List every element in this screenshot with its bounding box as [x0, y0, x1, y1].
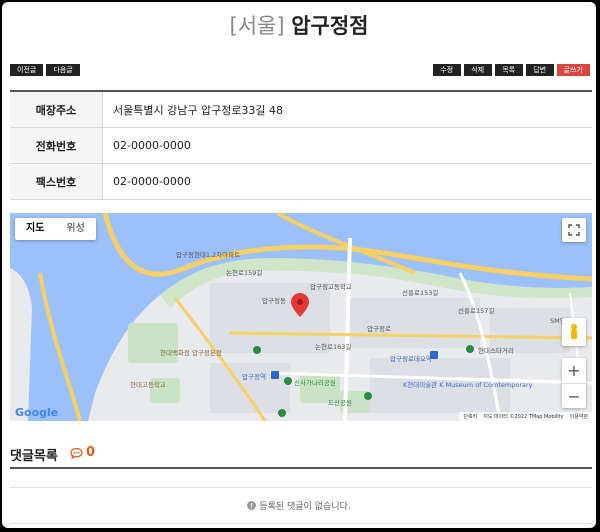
info-row-address: 매장주소 서울특별시 강남구 압구정로33길 48 [10, 91, 592, 128]
page-frame: [서울] 압구정점 이전글 다음글 수정 삭제 목록 답변 글쓰기 매장주소 서… [2, 2, 596, 528]
map-label-apt1: 압구정현대1,2차아파트 [176, 251, 241, 259]
comments-divider-2 [10, 487, 592, 488]
map-attribution: 단축키 지도 데이터 ©2022 TMap Mobility 이용약관 [459, 412, 592, 421]
map-type-tabs: 지도 위성 [15, 218, 96, 240]
map-canvas[interactable] [10, 213, 592, 421]
nav-buttons: 이전글 다음글 [10, 64, 80, 76]
address-value: 서울특별시 강남구 압구정로33길 48 [102, 91, 592, 128]
map-label-road5: 논현로163길 [315, 343, 352, 351]
map-label-road2: 선릉로153길 [402, 289, 439, 297]
comments-count-value: 0 [86, 445, 96, 460]
map-label-apgujeong-stn: 압구정역 [242, 373, 266, 381]
map-label-apgujeong-road: 압구정로 [367, 325, 391, 333]
map-label-road1: 논현로159길 [226, 269, 263, 277]
map-label-school2: 현대고등학교 [130, 381, 166, 389]
prev-post-button[interactable]: 이전글 [10, 64, 44, 76]
map-label-sinsa-street: 신사가나리공원 [294, 379, 336, 387]
region-label: [서울] [229, 14, 285, 38]
map-label-dept: 현대백화점 압구정본점 [160, 349, 222, 357]
comments-count: 0 [70, 445, 95, 460]
street-view-pegman[interactable] [562, 318, 586, 346]
map-tab-map[interactable]: 지도 [15, 218, 55, 240]
address-label: 매장주소 [10, 91, 103, 128]
pegman-icon [571, 324, 577, 339]
no-comments-text: 등록된 댓글이 없습니다. [259, 502, 351, 512]
info-row-phone: 전화번호 02-0000-0000 [10, 127, 592, 164]
next-post-button[interactable]: 다음글 [46, 64, 80, 76]
map-label-museum: K현대미술관 K Museum of Comtemporary [403, 381, 533, 389]
comments-title: 댓글목록 [10, 449, 58, 464]
map-label-school1: 압구정고등학교 [310, 283, 352, 291]
attrib-data: 지도 데이터 ©2022 TMap Mobility [483, 414, 564, 420]
comments-bottom-divider [10, 523, 592, 524]
zoom-controls: + − [562, 358, 586, 408]
fax-label: 팩스번호 [10, 163, 103, 200]
store-info-table: 매장주소 서울특별시 강남구 압구정로33길 48 전화번호 02-0000-0… [10, 90, 592, 200]
speech-bubble-icon [70, 447, 83, 459]
store-map[interactable]: 압구정현대1,2차아파트 논현로159길 압구정고등학교 압구정동 선릉로153… [10, 213, 592, 421]
phone-value: 02-0000-0000 [102, 127, 592, 164]
list-button[interactable]: 목록 [494, 64, 523, 76]
attrib-terms-link[interactable]: 이용약관 [570, 413, 588, 420]
delete-button[interactable]: 삭제 [463, 64, 492, 76]
map-tab-satellite[interactable]: 위성 [55, 218, 95, 240]
fax-value: 02-0000-0000 [102, 163, 592, 200]
map-label-road3: 선릉로157길 [458, 307, 495, 315]
info-row-fax: 팩스번호 02-0000-0000 [10, 163, 592, 200]
map-label-rodeo: 압구정로데오역 [390, 355, 432, 363]
map-label-station: 압구정동 [262, 297, 286, 305]
fullscreen-button[interactable] [562, 218, 586, 242]
map-label-hyundai-street: 현대스타거리 [478, 347, 514, 355]
reply-button[interactable]: 답변 [525, 64, 554, 76]
zoom-in-button[interactable]: + [562, 358, 586, 384]
zoom-out-button[interactable]: − [562, 384, 586, 409]
fullscreen-icon [568, 224, 580, 236]
edit-button[interactable]: 수정 [432, 64, 461, 76]
google-logo: Google [15, 406, 59, 419]
comments-divider [10, 467, 592, 469]
map-label-dosan: 도산공원 [328, 399, 352, 407]
no-comments-message: 등록된 댓글이 없습니다. [2, 499, 596, 512]
attrib-shortcuts-link[interactable]: 단축키 [463, 413, 477, 420]
info-icon [247, 501, 257, 510]
write-button[interactable]: 글쓰기 [556, 64, 590, 76]
page-title: [서울] 압구정점 [2, 10, 596, 40]
store-name: 압구정점 [291, 14, 369, 38]
phone-label: 전화번호 [10, 127, 103, 164]
action-buttons: 수정 삭제 목록 답변 글쓰기 [432, 64, 590, 76]
